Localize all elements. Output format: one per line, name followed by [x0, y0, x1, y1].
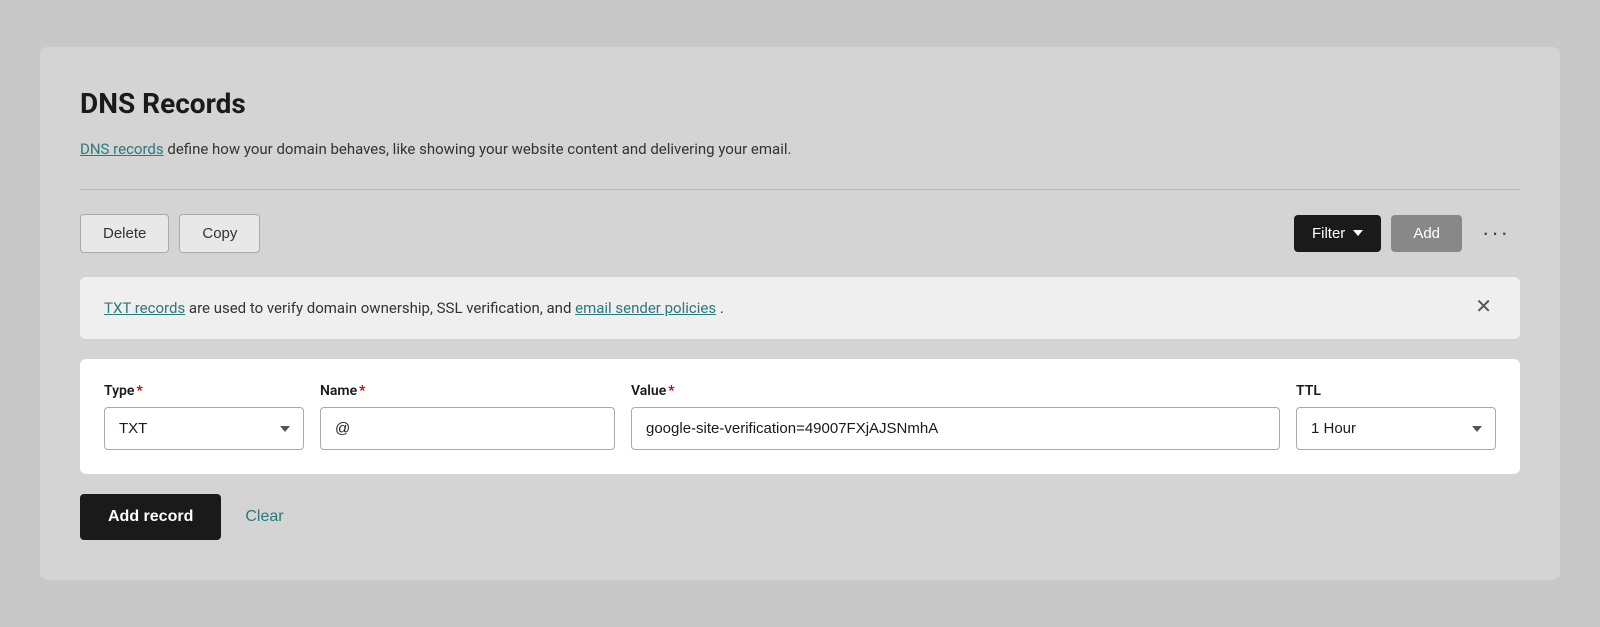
filter-label: Filter	[1312, 225, 1345, 242]
ttl-label: TTL	[1296, 383, 1496, 399]
ttl-group: TTL 1 Hour Custom 6 Hours 12 Hours 1 Day…	[1296, 383, 1496, 450]
type-group: Type* TXT A AAAA CNAME MX NS	[104, 383, 304, 450]
form-row: Type* TXT A AAAA CNAME MX NS Name*	[104, 383, 1496, 450]
ttl-select-wrapper: 1 Hour Custom 6 Hours 12 Hours 1 Day 1 W…	[1296, 407, 1496, 450]
more-button[interactable]: ···	[1472, 216, 1520, 250]
page-title: DNS Records	[80, 87, 1520, 120]
add-button[interactable]: Add	[1391, 215, 1462, 252]
txt-records-link[interactable]: TXT records	[104, 299, 185, 317]
info-banner: TXT records are used to verify domain ow…	[80, 277, 1520, 340]
info-banner-end: .	[720, 299, 724, 317]
type-label: Type*	[104, 383, 304, 399]
type-select-wrapper: TXT A AAAA CNAME MX NS	[104, 407, 304, 450]
filter-button[interactable]: Filter	[1294, 215, 1381, 252]
toolbar-left: Delete Copy	[80, 214, 260, 253]
value-group: Value*	[631, 383, 1280, 450]
value-input[interactable]	[631, 407, 1280, 450]
copy-button[interactable]: Copy	[179, 214, 260, 253]
form-container: Type* TXT A AAAA CNAME MX NS Name*	[80, 359, 1520, 474]
type-required: *	[136, 383, 142, 399]
clear-button[interactable]: Clear	[245, 508, 283, 526]
name-required: *	[359, 383, 365, 399]
name-label: Name*	[320, 383, 615, 399]
form-actions: Add record Clear	[80, 494, 1520, 540]
description-text: DNS records define how your domain behav…	[80, 138, 1520, 161]
value-required: *	[668, 383, 674, 399]
ttl-select[interactable]: 1 Hour Custom 6 Hours 12 Hours 1 Day 1 W…	[1296, 407, 1496, 450]
divider	[80, 189, 1520, 190]
name-group: Name*	[320, 383, 615, 450]
description-body: define how your domain behaves, like sho…	[167, 140, 791, 158]
main-container: DNS Records DNS records define how your …	[40, 47, 1560, 580]
close-button[interactable]: ✕	[1471, 297, 1496, 317]
value-label: Value*	[631, 383, 1280, 399]
type-select[interactable]: TXT A AAAA CNAME MX NS	[104, 407, 304, 450]
toolbar: Delete Copy Filter Add ···	[80, 214, 1520, 253]
delete-button[interactable]: Delete	[80, 214, 169, 253]
chevron-down-icon	[1353, 230, 1363, 236]
info-banner-text: TXT records are used to verify domain ow…	[104, 297, 724, 320]
email-sender-policies-link[interactable]: email sender policies	[575, 299, 716, 317]
toolbar-right: Filter Add ···	[1294, 215, 1520, 252]
add-record-button[interactable]: Add record	[80, 494, 221, 540]
dns-records-link[interactable]: DNS records	[80, 140, 164, 158]
info-banner-middle: are used to verify domain ownership, SSL…	[189, 299, 575, 317]
name-input[interactable]	[320, 407, 615, 450]
